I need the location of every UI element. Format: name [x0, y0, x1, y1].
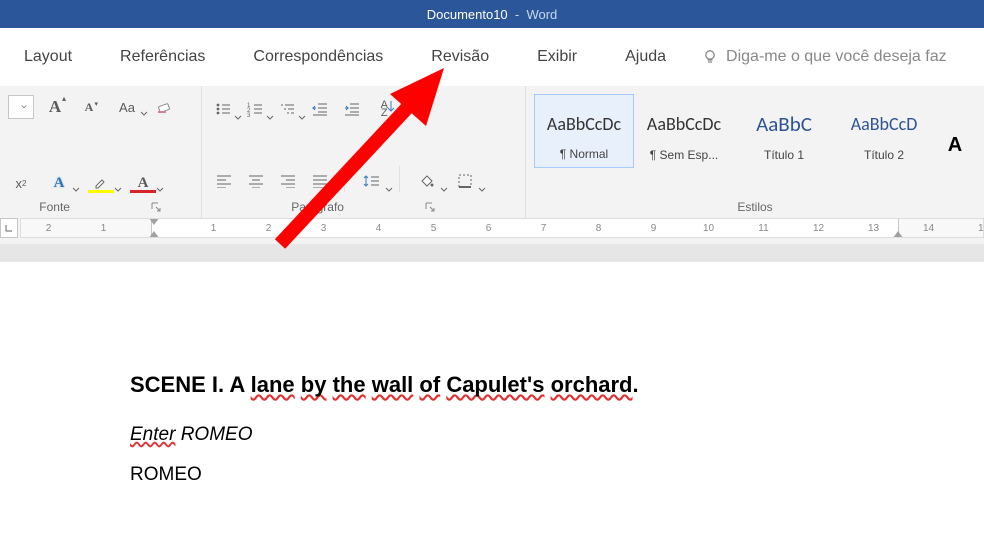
tab-ajuda[interactable]: Ajuda — [601, 48, 690, 66]
justify-button[interactable] — [306, 166, 334, 196]
multilevel-icon — [279, 101, 297, 117]
outdent-icon — [311, 101, 329, 117]
paint-bucket-icon — [419, 173, 435, 189]
first-line-indent-marker[interactable] — [149, 218, 159, 225]
line-spacing-button[interactable] — [355, 166, 389, 196]
tab-exibir[interactable]: Exibir — [513, 48, 601, 66]
change-case-button[interactable]: Aa — [110, 94, 144, 120]
style-titulo-2[interactable]: AaBbCcD Título 2 — [834, 94, 934, 168]
increase-indent-button[interactable] — [338, 94, 366, 124]
horizontal-ruler[interactable]: 2 1 1 2 3 4 5 6 7 8 9 10 11 12 13 14 15 — [20, 218, 984, 238]
right-indent-marker[interactable] — [893, 231, 903, 238]
font-color-button[interactable]: A — [126, 170, 160, 196]
show-marks-button[interactable]: ¶ — [402, 94, 430, 124]
tab-selector[interactable] — [0, 218, 18, 238]
group-fonte: A▴ A▾ Aa x2 A A — [0, 86, 202, 218]
clear-formatting-button[interactable] — [152, 94, 178, 120]
lightbulb-icon — [702, 49, 718, 65]
align-center-icon — [248, 174, 264, 188]
separator — [399, 166, 400, 192]
document-background — [0, 244, 984, 262]
group-estilos: AaBbCcDc ¶ Normal AaBbCcDc ¶ Sem Esp... … — [526, 86, 984, 218]
style-normal[interactable]: AaBbCcDc ¶ Normal — [534, 94, 634, 168]
align-center-button[interactable] — [242, 166, 270, 196]
borders-icon — [457, 173, 473, 189]
font-size-combo[interactable] — [8, 95, 34, 119]
title-bar: Documento10 - Word — [0, 0, 984, 28]
group-label-fonte: Fonte — [39, 197, 70, 217]
text-effects-button[interactable]: A — [42, 170, 76, 196]
chevron-down-icon — [21, 103, 27, 111]
arrow-down-icon — [387, 100, 395, 114]
pilcrow-icon: ¶ — [412, 100, 421, 118]
title-separator: - — [508, 7, 527, 22]
ribbon-tabs: Layout Referências Correspondências Revi… — [0, 28, 984, 86]
numbering-button[interactable]: 123 — [242, 94, 270, 124]
shading-button[interactable] — [410, 166, 444, 196]
bullets-button[interactable] — [210, 94, 238, 124]
svg-text:3: 3 — [247, 113, 251, 117]
font-dialog-launcher[interactable] — [150, 201, 162, 213]
decrease-indent-button[interactable] — [306, 94, 334, 124]
group-label-paragrafo: Parágrafo — [291, 197, 344, 217]
align-right-button[interactable] — [274, 166, 302, 196]
tab-referencias[interactable]: Referências — [96, 48, 229, 66]
tell-me-search[interactable]: Diga-me o que você deseja faz — [690, 48, 984, 66]
app-name: Word — [526, 7, 557, 22]
group-paragrafo: 123 AZ ¶ Parágrafo — [202, 86, 526, 218]
tell-me-placeholder: Diga-me o que você deseja faz — [726, 48, 947, 66]
style-sem-espacamento[interactable]: AaBbCcDc ¶ Sem Esp... — [634, 94, 734, 168]
style-titulo-1[interactable]: AaBbC Título 1 — [734, 94, 834, 168]
shrink-font-button[interactable]: A▾ — [76, 94, 102, 120]
doc-stage-direction[interactable]: Enter ROMEO — [130, 424, 984, 446]
align-right-icon — [280, 174, 296, 188]
doc-speaker[interactable]: ROMEO — [130, 464, 984, 486]
justify-icon — [312, 174, 328, 188]
group-label-estilos: Estilos — [737, 197, 772, 217]
doc-heading[interactable]: SCENE I. A lane by the wall of Capulet's… — [130, 372, 984, 398]
indent-icon — [343, 101, 361, 117]
style-more[interactable]: A — [934, 94, 976, 196]
document-page[interactable]: SCENE I. A lane by the wall of Capulet's… — [0, 262, 984, 486]
paragraph-dialog-launcher[interactable] — [424, 201, 436, 213]
highlight-button[interactable] — [84, 170, 118, 196]
tab-layout[interactable]: Layout — [0, 48, 96, 66]
sort-button[interactable]: AZ — [370, 94, 398, 124]
grow-font-button[interactable]: A▴ — [42, 94, 68, 120]
eraser-icon — [156, 98, 174, 116]
tab-revisao[interactable]: Revisão — [407, 48, 513, 66]
ribbon: A▴ A▾ Aa x2 A A — [0, 86, 984, 218]
tab-correspondencias[interactable]: Correspondências — [229, 48, 407, 66]
separator — [344, 166, 345, 192]
highlighter-icon — [94, 176, 108, 190]
subscript-button[interactable]: x2 — [8, 170, 34, 196]
align-left-button[interactable] — [210, 166, 238, 196]
bullets-icon — [215, 101, 233, 117]
align-left-icon — [216, 174, 232, 188]
numbering-icon: 123 — [247, 101, 265, 117]
hanging-indent-marker[interactable] — [149, 231, 159, 238]
document-title: Documento10 — [427, 7, 508, 22]
multilevel-button[interactable] — [274, 94, 302, 124]
ruler-area: 2 1 1 2 3 4 5 6 7 8 9 10 11 12 13 14 15 — [0, 218, 984, 244]
borders-button[interactable] — [448, 166, 482, 196]
line-spacing-icon — [363, 173, 381, 189]
